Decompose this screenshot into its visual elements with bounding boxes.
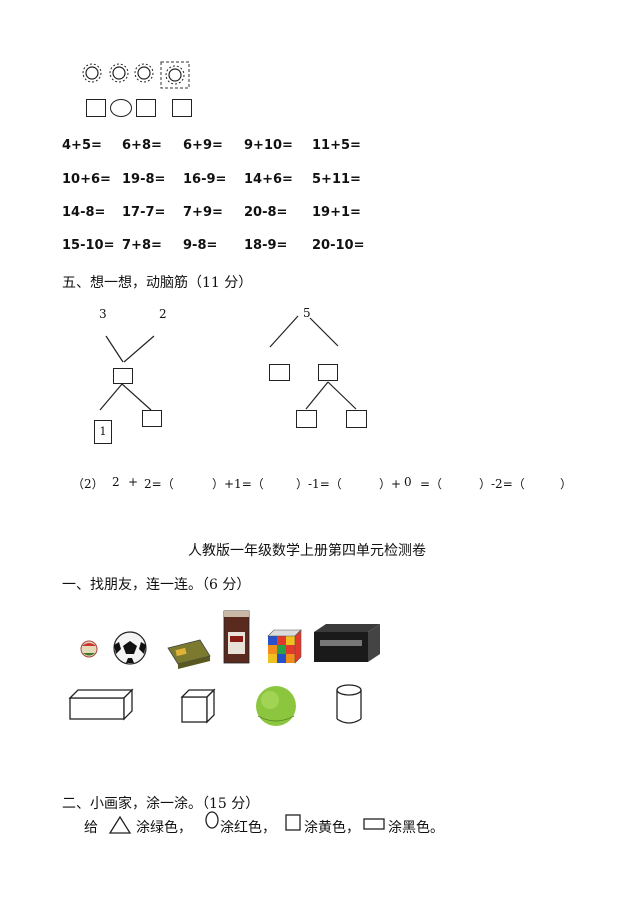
objects-row [68,610,380,726]
square-icon [285,814,301,831]
green-ball-image[interactable] [256,686,296,726]
soccer-ball-image[interactable] [113,631,147,665]
cuboid-shape[interactable] [68,688,134,721]
instruction-rectangle: 涂黑色。 [388,820,444,836]
small-ball-image[interactable] [80,640,98,658]
small-box-image[interactable] [167,639,211,669]
instruction-prefix: 给 [84,820,98,836]
instruction-circle: 涂红色， [220,820,276,836]
triangle-icon [108,815,132,834]
rubiks-cube-image[interactable] [267,629,302,664]
black-box-image[interactable] [314,624,380,662]
cube-shape[interactable] [180,688,216,724]
instruction-triangle: 涂绿色， [136,820,192,836]
cylinder-shape[interactable] [336,684,362,724]
instruction-square: 涂黄色， [304,820,360,836]
can-image[interactable] [223,610,250,664]
rectangle-icon [363,818,385,830]
circle-icon [205,811,219,829]
section-two-title: 二、小画家，涂一涂。（15 分） [62,796,260,812]
